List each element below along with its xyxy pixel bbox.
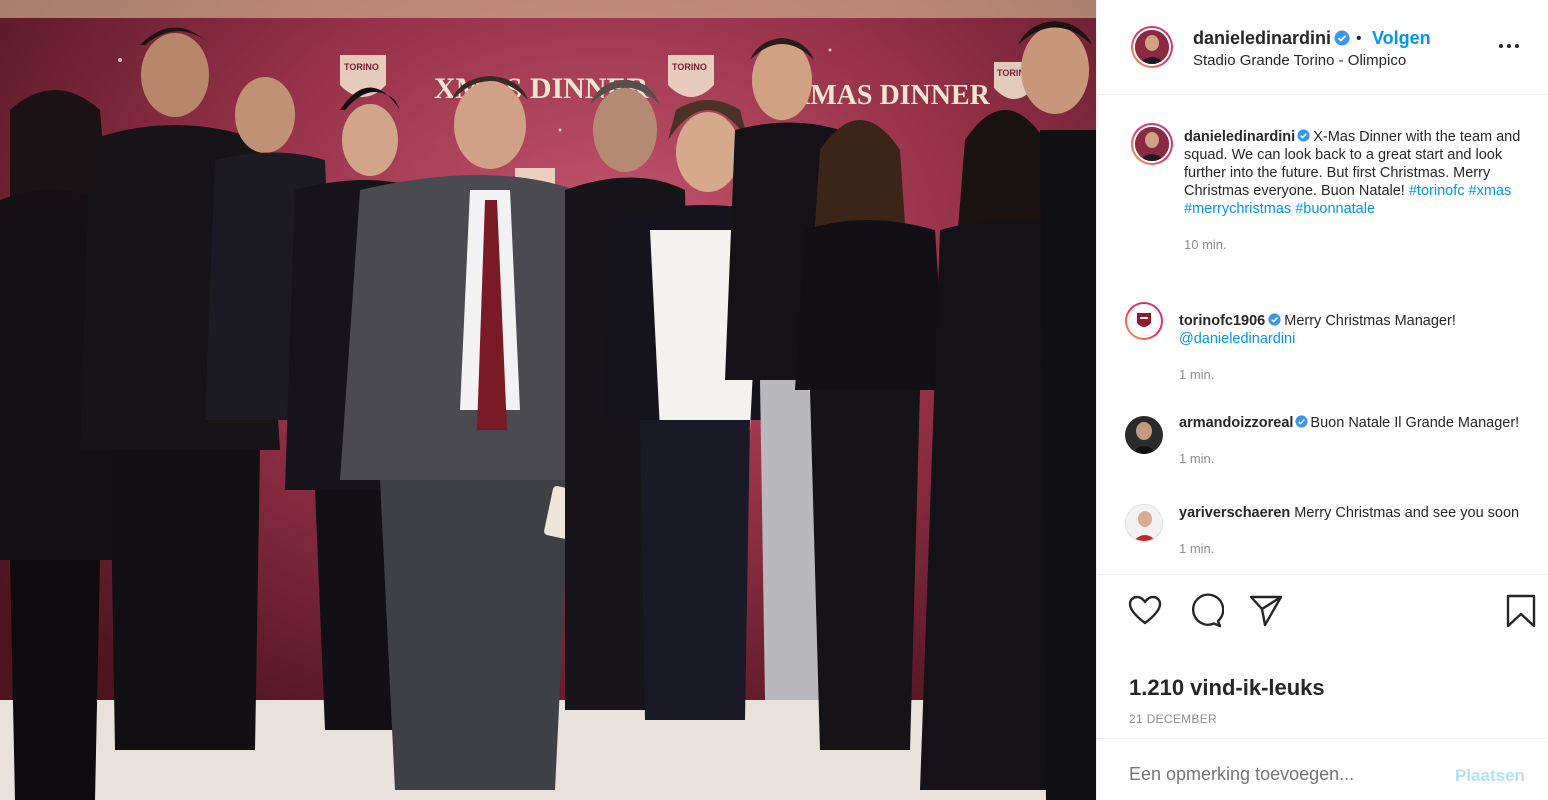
more-options-icon[interactable] <box>1499 36 1523 56</box>
author-username-text[interactable]: danieledinardini <box>1193 28 1331 48</box>
author-avatar-image <box>1135 30 1169 64</box>
comment-body: Buon Natale Il Grande Manager! <box>1310 415 1520 431</box>
comments-list: danieledinardini X-Mas Dinner with the te… <box>1097 96 1548 574</box>
paper-plane-icon[interactable] <box>1248 593 1284 629</box>
comment-text: armandoizzoreal Buon Natale Il Grande Man… <box>1179 414 1519 432</box>
hashtag-link[interactable]: #torinofc <box>1409 183 1465 199</box>
follow-button[interactable]: Volgen <box>1372 28 1431 49</box>
bookmark-icon[interactable] <box>1503 593 1539 629</box>
caption-text: danieledinardini X-Mas Dinner with the te… <box>1184 128 1534 218</box>
verified-badge-icon <box>1268 313 1281 326</box>
caption-avatar-image <box>1135 127 1169 161</box>
comment-text: yariverschaeren Merry Christmas and see … <box>1179 504 1519 522</box>
verified-badge-icon <box>1297 129 1310 142</box>
verified-badge-icon <box>1295 415 1309 428</box>
separator-dot: • <box>1356 30 1362 47</box>
hashtag-link[interactable]: #buonnatale <box>1295 201 1375 217</box>
group-photo-illustration: XMAS DINNER XMAS DINNER TORINO TORINO TO… <box>0 0 1096 800</box>
hashtag-link[interactable]: #xmas <box>1469 183 1512 199</box>
add-comment-bar: Plaatsen <box>1097 738 1548 800</box>
mention-link[interactable]: @danieledinardini <box>1179 331 1295 347</box>
comment-timestamp[interactable]: 1 min. <box>1179 541 1214 556</box>
comment-input[interactable] <box>1129 764 1429 785</box>
comment-bubble-icon[interactable] <box>1188 593 1225 629</box>
caption-username[interactable]: danieledinardini <box>1184 129 1295 145</box>
comment-username[interactable]: torinofc1906 <box>1179 313 1265 329</box>
comment-username[interactable]: yariverschaeren <box>1179 505 1290 521</box>
heart-icon[interactable] <box>1127 593 1163 629</box>
commenter-avatar-image <box>1125 416 1163 454</box>
action-bar <box>1097 574 1548 644</box>
commenter-avatar[interactable] <box>1125 504 1163 542</box>
post-sidebar: danieledinardini • Volgen Stadio Grande … <box>1096 0 1548 800</box>
post-photo[interactable]: XMAS DINNER XMAS DINNER TORINO TORINO TO… <box>0 0 1096 800</box>
caption-avatar[interactable] <box>1131 123 1173 165</box>
commenter-avatar[interactable] <box>1125 416 1163 454</box>
comment-timestamp[interactable]: 1 min. <box>1179 367 1214 382</box>
author-username[interactable]: danieledinardini <box>1193 28 1350 49</box>
likes-count[interactable]: 1.210 vind-ik-leuks <box>1129 675 1325 701</box>
comment-text: torinofc1906 Merry Christmas Manager! @da… <box>1179 312 1539 348</box>
commenter-avatar-image <box>1126 505 1162 541</box>
backdrop-text: TORINO <box>672 62 707 72</box>
comment-body: Merry Christmas Manager! <box>1284 313 1456 329</box>
backdrop-text: TORINO <box>344 62 379 72</box>
comment-timestamp[interactable]: 1 min. <box>1179 451 1214 466</box>
comment-username[interactable]: armandoizzoreal <box>1179 415 1293 431</box>
location-link[interactable]: Stadio Grande Torino - Olimpico <box>1193 52 1406 69</box>
hashtag-link[interactable]: #merrychristmas <box>1184 201 1291 217</box>
commenter-avatar[interactable] <box>1125 302 1163 340</box>
caption-timestamp[interactable]: 10 min. <box>1184 237 1227 252</box>
comment-body: Merry Christmas and see you soon <box>1294 505 1520 521</box>
post-header: danieledinardini • Volgen Stadio Grande … <box>1097 0 1548 95</box>
post-date[interactable]: 21 DECEMBER <box>1129 712 1217 726</box>
backdrop-text: XMAS DINNER <box>790 80 991 111</box>
verified-badge-icon <box>1334 30 1350 46</box>
author-avatar[interactable] <box>1131 26 1173 68</box>
torino-logo-icon <box>1129 306 1159 336</box>
post-comment-button[interactable]: Plaatsen <box>1455 766 1525 786</box>
